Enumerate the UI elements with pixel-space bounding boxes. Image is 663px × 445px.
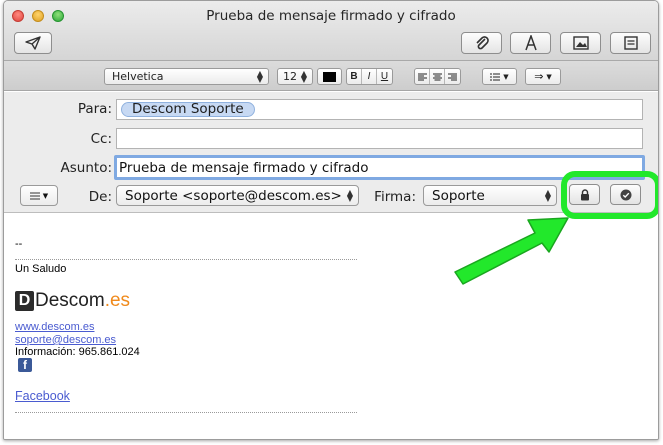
pointer-arrow: [454, 217, 569, 285]
